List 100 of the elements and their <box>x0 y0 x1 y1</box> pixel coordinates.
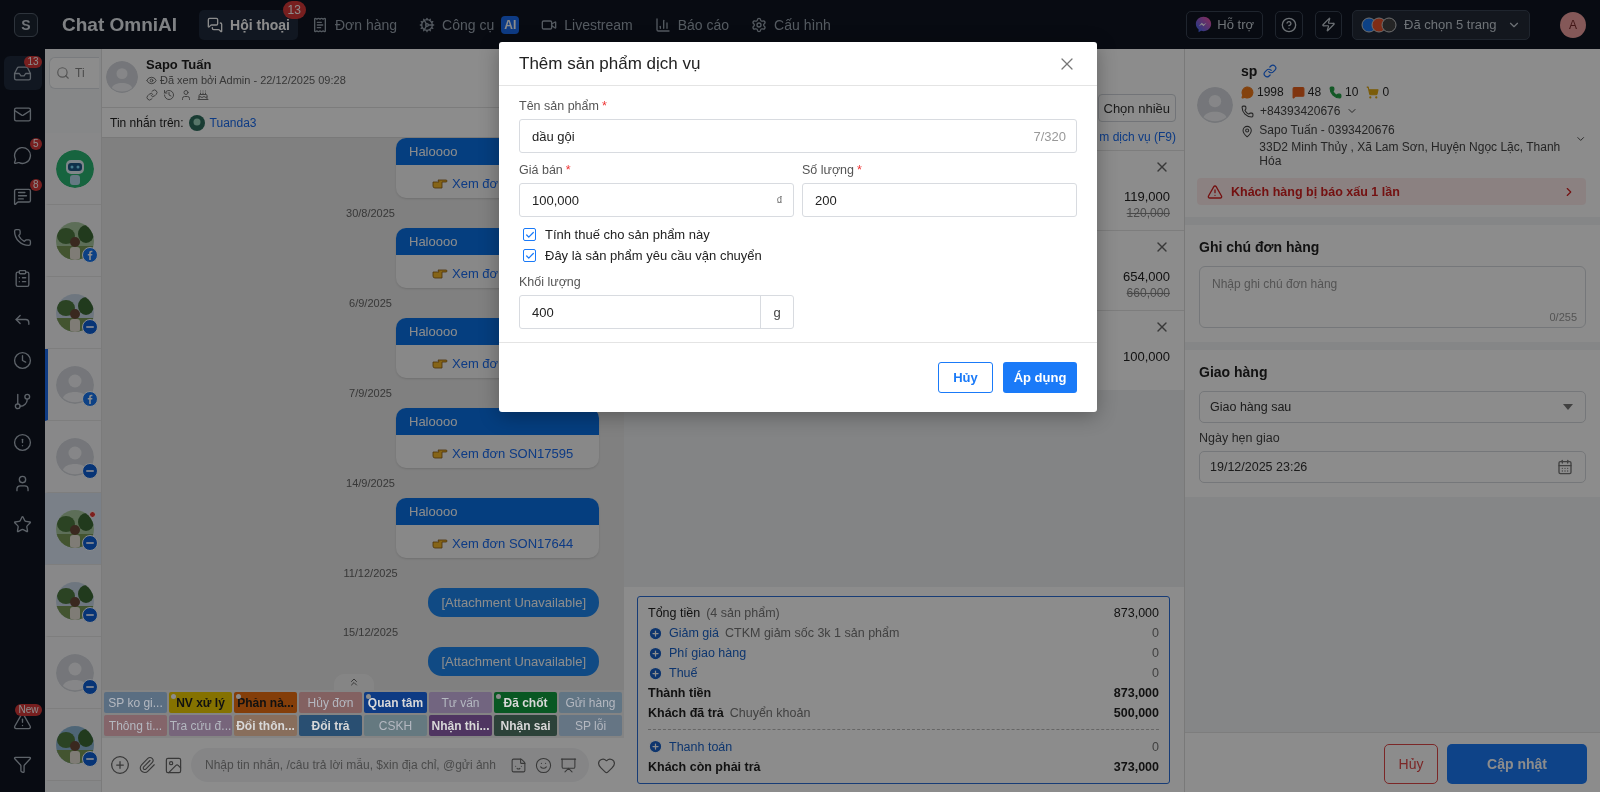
tag[interactable]: Gửi hàng <box>559 692 622 713</box>
multi-select-button[interactable]: Chọn nhiều <box>1097 94 1176 122</box>
tag[interactable]: Đổi thôn... <box>234 715 297 736</box>
flash-button[interactable] <box>1315 10 1342 39</box>
conversation-item[interactable] <box>45 493 101 565</box>
cancel-button[interactable]: Hủy <box>1384 744 1438 784</box>
link-icon[interactable] <box>1263 64 1278 78</box>
nav-tab[interactable]: Đơn hàng <box>303 9 406 40</box>
message-input[interactable]: Nhập tin nhắn, /câu trả lời mẫu, $xin địa chỉ, @gửi ảnh <box>203 757 502 773</box>
attachment-message: [Attachment Unavailable] <box>428 647 599 676</box>
summary-link[interactable]: Thuế <box>669 666 698 680</box>
help-button[interactable] <box>1275 10 1303 39</box>
summary-link[interactable]: Phí giao hàng <box>669 646 747 660</box>
history-icon[interactable] <box>163 89 175 101</box>
paperclip-icon[interactable] <box>138 756 156 774</box>
support-button[interactable]: Hỗ trợ <box>1186 10 1263 39</box>
cancel-button[interactable]: Hủy <box>938 362 993 393</box>
summary-link[interactable]: Thanh toán <box>669 739 733 754</box>
tag[interactable]: Đã chốt <box>494 692 557 713</box>
branch-icon <box>13 391 32 411</box>
order-link[interactable]: Xem đơn SON17644 <box>452 535 574 551</box>
search-field[interactable]: Ti <box>49 57 99 89</box>
pointing-hand-icon <box>432 267 448 279</box>
tag[interactable]: Nhận thi... <box>429 715 492 736</box>
nav-tab[interactable]: Công cụ AI <box>411 9 528 40</box>
scroll-up-button[interactable] <box>334 674 374 690</box>
update-button[interactable]: Cập nhật <box>1447 744 1587 784</box>
tag[interactable]: Hủy đơn <box>299 692 362 713</box>
date-separator: 11/12/2025 <box>343 567 398 579</box>
add-icon[interactable] <box>110 755 130 775</box>
message-field[interactable]: Nhập tin nhắn, /câu trả lời mẫu, $xin địa chỉ, @gửi ảnh <box>191 748 589 782</box>
order-link[interactable]: Xem đơn SON17595 <box>452 445 574 461</box>
eye-icon <box>146 74 157 86</box>
field-label: Ngày hẹn giao <box>1199 431 1281 445</box>
order-link[interactable]: Xem đơ <box>452 265 499 281</box>
name-field[interactable]: dầu gội 7/320 <box>519 119 1077 153</box>
stat-count: 1998 <box>1257 85 1284 99</box>
checkbox[interactable] <box>523 249 536 262</box>
tag[interactable]: SP lỗi <box>559 715 622 736</box>
warning-button[interactable]: New <box>3 704 42 738</box>
tag[interactable]: CSKH <box>364 715 427 736</box>
checkbox[interactable] <box>523 228 536 241</box>
order-link[interactable]: Xem đơ <box>452 355 499 371</box>
price-field[interactable]: 100,000 ₫ <box>519 183 794 217</box>
user-icon[interactable] <box>180 89 192 101</box>
user-avatar[interactable]: A <box>1560 11 1586 38</box>
date-field[interactable]: 19/12/2025 23:26 <box>1199 451 1586 483</box>
tag[interactable]: Nhận sai <box>494 715 557 736</box>
tag[interactable]: Tra cứu đ... <box>169 715 232 736</box>
image-icon[interactable] <box>164 755 183 775</box>
tag[interactable]: Tư vấn <box>429 692 492 713</box>
heart-icon[interactable] <box>597 755 616 775</box>
calendar-icon <box>1557 459 1573 475</box>
plus-icon[interactable] <box>648 625 663 641</box>
chat-bubble-icon <box>13 145 32 165</box>
shipping-select[interactable]: Giao hàng sau <box>1199 391 1586 423</box>
receipt-icon <box>311 16 328 33</box>
nav-tab[interactable]: Cấu hình <box>743 9 839 40</box>
source-label: Tin nhắn trên: <box>110 115 184 130</box>
message-button[interactable]: 8 <box>3 179 42 213</box>
summary-link[interactable]: Giảm giá <box>669 626 720 640</box>
search-input[interactable]: Ti <box>73 65 99 81</box>
account-link[interactable]: Tuanda3 <box>209 115 257 130</box>
weight-field[interactable]: 400 g <box>519 295 794 329</box>
mail-icon <box>13 104 32 124</box>
conversation-item[interactable] <box>45 349 101 421</box>
tag[interactable]: Đổi trả <box>299 715 362 736</box>
tag[interactable]: SP ko gi... <box>104 692 167 713</box>
chat-bubble-button[interactable]: 5 <box>3 138 42 172</box>
alert-icon <box>13 432 32 452</box>
unit-label: g <box>760 296 793 328</box>
tag[interactable]: Quan tâm <box>364 692 427 713</box>
emoji-icon[interactable] <box>535 756 552 774</box>
field-label: Số lượng * <box>802 163 863 177</box>
cake-icon[interactable] <box>197 89 209 101</box>
add-service-link[interactable]: m dịch vụ (F9) <box>1099 130 1176 144</box>
phone-icon <box>1241 104 1254 118</box>
plus-icon[interactable] <box>648 665 663 681</box>
nav-tab[interactable]: Báo cáo <box>646 9 738 40</box>
nav-tab[interactable]: Livestream <box>533 9 641 40</box>
sticker-icon[interactable] <box>510 756 527 774</box>
summary-value: 373,000 <box>1113 760 1159 774</box>
price-input[interactable]: 100,000 <box>530 184 777 216</box>
tag[interactable]: Thông ti... <box>104 715 167 736</box>
plus-icon[interactable] <box>648 739 663 754</box>
link-icon[interactable] <box>146 89 158 101</box>
dropdown-caret-icon <box>1563 404 1573 410</box>
order-link[interactable]: Xem đơ <box>452 175 499 191</box>
ai-badge: AI <box>501 15 520 34</box>
plus-icon[interactable] <box>648 645 663 661</box>
product-price: 100,000 <box>1123 349 1170 364</box>
facebook-icon <box>81 390 98 407</box>
inbox-button[interactable]: 13 <box>3 56 42 90</box>
summary-label: Tổng tiền <box>648 606 701 620</box>
tag[interactable]: NV xử lý <box>169 692 232 713</box>
apply-button[interactable]: Áp dụng <box>1003 362 1077 393</box>
chart-icon[interactable] <box>560 756 577 774</box>
warning-banner[interactable]: Khách hàng bị báo xấu 1 lần <box>1197 178 1586 205</box>
tag[interactable]: Phản nà... <box>234 692 297 713</box>
page-selector[interactable]: Đã chọn 5 trang <box>1352 9 1530 40</box>
